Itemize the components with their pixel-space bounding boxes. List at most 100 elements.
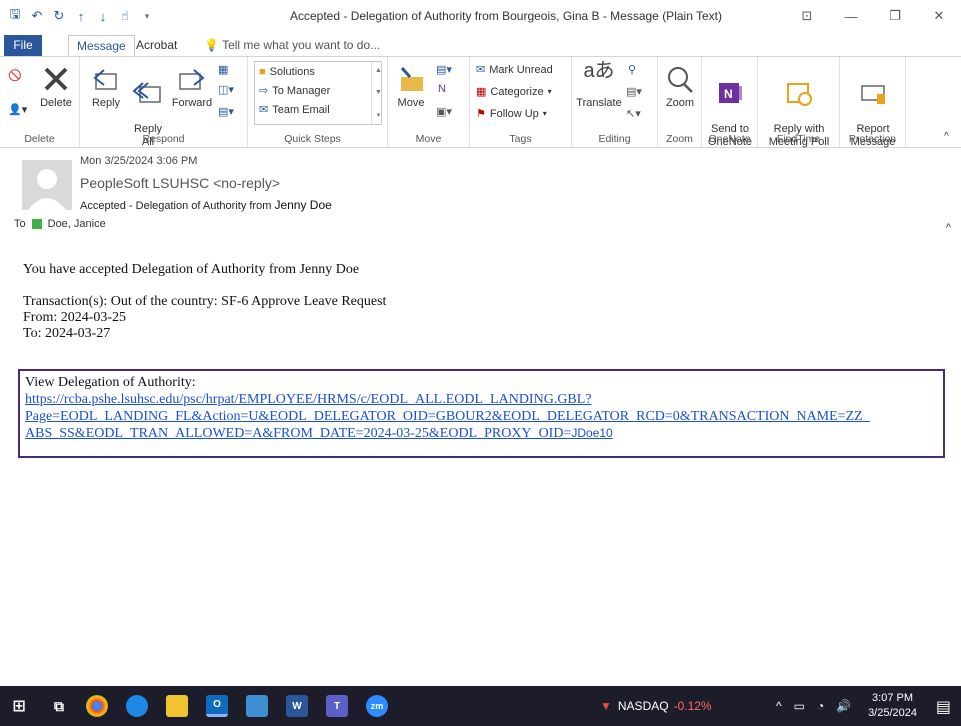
mark-unread-button[interactable]: ✉ Mark Unread	[476, 63, 553, 77]
message-body: You have accepted Delegation of Authorit…	[23, 262, 943, 342]
ignore-icon[interactable]: 🚫	[8, 69, 22, 82]
link-line-1: https://rcba.pshe.lsuhsc.edu/psc/hrpat/E…	[25, 392, 592, 407]
tab-file[interactable]: File	[4, 35, 42, 56]
ribbon-tabs: File Message Acrobat 💡 Tell me what you …	[0, 32, 961, 56]
link-proxy-id: JDoe10	[571, 426, 613, 440]
undo-icon[interactable]: ↶	[26, 7, 48, 25]
translate-icon: aあ	[583, 60, 615, 82]
follow-up-button[interactable]: ⚑ Follow Up ▾	[476, 107, 547, 121]
quick-step-to-manager[interactable]: ⇨ To Manager	[255, 81, 381, 100]
meeting-reply-icon[interactable]: ▦	[218, 63, 228, 76]
outlook-taskbar-icon[interactable]: O	[206, 695, 228, 717]
tags-group-label: Tags	[509, 133, 532, 145]
zoom-app-icon[interactable]: zm	[366, 695, 388, 717]
related-icon[interactable]: ▤▾	[626, 85, 642, 98]
move-button[interactable]: Move	[394, 65, 428, 110]
minimize-button[interactable]: —	[829, 0, 873, 32]
taskbar-clock[interactable]: 3:07 PM 3/25/2024	[868, 691, 917, 721]
move-folder-icon	[400, 67, 423, 91]
tab-acrobat[interactable]: Acrobat	[128, 35, 185, 56]
tell-me-box[interactable]: 💡 Tell me what you want to do...	[196, 35, 388, 56]
forward-label: Forward	[171, 97, 213, 109]
save-icon[interactable]: 🖫	[4, 6, 26, 25]
delegation-link-box: View Delegation of Authority: https://rc…	[18, 369, 945, 458]
close-button[interactable]: ✕	[917, 0, 961, 32]
quick-steps-scroll[interactable]: ▲ ▼ ▾	[371, 62, 382, 124]
nasdaq-change: -0.12%	[673, 699, 712, 713]
link-line-3: ABS_SS&EODL_TRAN_ALLOWED=A&FROM_DATE=202…	[25, 426, 572, 441]
edge-icon[interactable]	[126, 695, 148, 717]
window-title: Accepted - Delegation of Authority from …	[290, 9, 722, 23]
quick-step-team-email[interactable]: ✉ Team Email	[255, 100, 381, 119]
collapse-header-icon[interactable]: ^	[946, 222, 951, 234]
respond-group-label: Respond	[142, 133, 185, 145]
sender-name[interactable]: PeopleSoft LSUHSC <no-reply>	[80, 175, 280, 191]
customize-toolbar-icon[interactable]: ▾	[136, 7, 158, 25]
im-reply-icon[interactable]: ◫▾	[218, 83, 234, 96]
up-arrow-icon[interactable]: ↑	[70, 7, 92, 25]
wifi-icon[interactable]: ◔	[817, 699, 824, 713]
reply-button[interactable]: Reply	[88, 65, 124, 110]
quick-step-label: To Manager	[272, 84, 331, 97]
app-icon[interactable]	[246, 695, 268, 717]
message-header: Mon 3/25/2024 3:06 PM PeopleSoft LSUHSC …	[0, 148, 961, 236]
battery-icon[interactable]: ▭	[794, 699, 805, 713]
more-respond-icon[interactable]: ▤▾	[218, 105, 234, 118]
redo-icon[interactable]: ↻	[48, 7, 70, 25]
reply-label: Reply	[91, 97, 121, 109]
dropdown-icon: ▾	[547, 87, 552, 96]
recipients-line: To Doe, Janice	[14, 218, 106, 230]
tab-message[interactable]: Message	[68, 35, 135, 56]
touch-mode-icon[interactable]: ☝	[114, 7, 136, 25]
presence-icon	[31, 219, 42, 229]
move-label: Move	[397, 97, 425, 109]
zoom-group: Zoom Zoom	[658, 57, 702, 147]
tags-group: ✉ Mark Unread ▦ Categorize ▾ ⚑ Follow Up ▾ Ta…	[470, 57, 572, 147]
down-arrow-icon[interactable]: ↓	[92, 7, 114, 25]
chrome-icon[interactable]	[86, 695, 108, 717]
actions-icon[interactable]: ▣▾	[436, 105, 452, 118]
protection-group-label: Protection	[848, 133, 897, 145]
body-line-from: From: 2024-03-25	[23, 310, 127, 325]
delete-label: Delete	[40, 97, 72, 109]
avatar	[22, 160, 72, 210]
delete-button[interactable]: Delete	[36, 63, 76, 110]
zoom-group-label: Zoom	[666, 133, 693, 145]
nasdaq-widget[interactable]: ▼ NASDAQ -0.12%	[600, 686, 712, 726]
dropdown-icon: ▾	[542, 109, 547, 118]
system-tray: ^ ▭ ◔ 🔊	[776, 686, 851, 726]
recipient-name[interactable]: Doe, Janice	[48, 218, 106, 230]
zoom-button[interactable]: Zoom	[662, 65, 698, 110]
zoom-label: Zoom	[665, 97, 695, 109]
quick-steps-group: ■ Solutions ⇨ To Manager ✉ Team Email ▲ ▼ ▾ Q…	[248, 57, 388, 147]
file-explorer-icon[interactable]	[166, 695, 188, 717]
delete-group: 🚫 👤▾ Delete Delete	[0, 57, 80, 147]
volume-icon[interactable]: 🔊	[836, 699, 851, 713]
nasdaq-label: NASDAQ	[617, 699, 669, 713]
categorize-icon: ▦	[476, 86, 487, 98]
rules-icon[interactable]: ▤▾	[436, 63, 452, 76]
forward-button[interactable]: Forward	[170, 65, 214, 110]
clock-date: 3/25/2024	[868, 707, 917, 719]
categorize-button[interactable]: ▦ Categorize ▾	[476, 85, 552, 99]
collapse-ribbon-icon[interactable]: ^	[944, 131, 949, 142]
select-icon[interactable]: ↖▾	[626, 107, 641, 120]
delegation-link[interactable]: https://rcba.pshe.lsuhsc.edu/psc/hrpat/E…	[25, 392, 870, 441]
windows-start-icon[interactable]: ⊞	[8, 695, 30, 717]
ribbon-display-options-icon[interactable]: ⊡	[785, 0, 829, 32]
restore-button[interactable]: ❐	[873, 0, 917, 32]
show-hidden-icons-icon[interactable]: ^	[776, 699, 782, 713]
reply-all-icon	[133, 82, 161, 103]
find-icon[interactable]: ⚲	[628, 63, 636, 76]
teams-icon[interactable]: T	[326, 695, 348, 717]
subject-prefix: Accepted - Delegation of Authority from	[80, 200, 272, 212]
outlook-message-window: 🖫 ↶ ↻ ↑ ↓ ☝ ▾ Accepted - Delegation of A…	[0, 0, 961, 726]
quick-access-toolbar: 🖫 ↶ ↻ ↑ ↓ ☝ ▾	[4, 6, 158, 25]
word-icon[interactable]: W	[286, 695, 308, 717]
translate-button[interactable]: aあ Translate	[576, 60, 622, 110]
task-view-icon[interactable]: ⧉	[48, 695, 70, 717]
quick-step-solutions[interactable]: ■ Solutions	[255, 62, 381, 81]
notification-icon[interactable]: ▤	[936, 697, 951, 717]
junk-icon[interactable]: 👤▾	[8, 103, 27, 116]
onenote-move-icon[interactable]: N	[438, 83, 446, 95]
